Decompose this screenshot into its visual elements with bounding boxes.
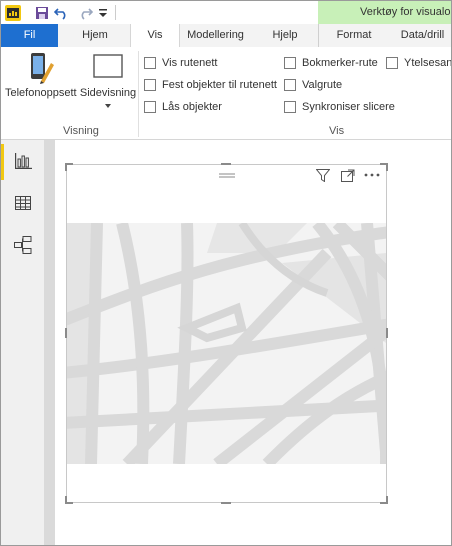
checkbox-synkroniser-slicere[interactable]: Synkroniser slicere xyxy=(284,100,395,114)
tab-fil[interactable]: Fil xyxy=(1,24,58,47)
resize-handle-edge[interactable] xyxy=(65,328,67,338)
page-view-label: Sidevisning xyxy=(79,87,137,99)
map-visual[interactable] xyxy=(65,163,388,504)
checkbox-label: Bokmerker-rute xyxy=(302,57,378,69)
resize-handle-edge[interactable] xyxy=(221,163,231,165)
more-options-icon[interactable] xyxy=(364,168,380,182)
redo-icon[interactable] xyxy=(77,5,93,21)
chevron-down-icon xyxy=(79,99,137,108)
title-separator xyxy=(115,5,116,20)
resize-handle-corner[interactable] xyxy=(65,496,67,504)
page-view-button[interactable]: Sidevisning xyxy=(79,51,137,108)
ribbon-panel: Telefonoppsett Sidevisning Visning Vis r… xyxy=(1,47,452,140)
tab-hjelp[interactable]: Hjelp xyxy=(263,24,307,47)
checkbox-label: Synkroniser slicere xyxy=(302,101,395,113)
checkbox-box[interactable] xyxy=(386,57,398,69)
tab-hjem[interactable]: Hjem xyxy=(67,24,123,47)
rail-divider xyxy=(44,140,55,545)
phone-layout-button[interactable]: Telefonoppsett xyxy=(5,51,77,99)
checkbox-box[interactable] xyxy=(144,79,156,91)
phone-layout-icon xyxy=(5,51,75,87)
checkbox-bokmerker-rute[interactable]: Bokmerker-rute xyxy=(284,56,378,70)
checkbox-label: Fest objekter til rutenett xyxy=(162,79,277,91)
group-label-vis: Vis xyxy=(329,125,345,137)
map-placeholder-image xyxy=(67,223,386,464)
checkbox-vis-rutenett[interactable]: Vis rutenett xyxy=(144,56,217,70)
resize-handle-edge[interactable] xyxy=(386,328,388,338)
bar-chart-icon xyxy=(14,152,32,172)
tab-modellering[interactable]: Modellering xyxy=(182,24,249,47)
data-view-button[interactable] xyxy=(1,184,44,224)
resize-handle-corner[interactable] xyxy=(386,496,388,504)
model-view-button[interactable] xyxy=(1,226,44,266)
app-icon xyxy=(5,5,21,21)
group-label-visning: Visning xyxy=(63,125,99,137)
model-icon xyxy=(13,235,32,257)
context-group-header: Verktøy for visualob xyxy=(318,1,451,24)
checkbox-label: Lås objekter xyxy=(162,101,222,113)
checkbox-box[interactable] xyxy=(284,79,296,91)
resize-handle-corner[interactable] xyxy=(386,163,388,171)
tab-separator xyxy=(318,24,319,47)
checkbox-valgrute[interactable]: Valgrute xyxy=(284,78,342,92)
report-canvas[interactable] xyxy=(55,140,451,545)
phone-layout-label: Telefonoppsett xyxy=(5,87,77,99)
ribbon-tabs: Fil Hjem Vis Modellering Hjelp Format Da… xyxy=(1,24,451,48)
save-icon[interactable] xyxy=(34,5,50,21)
page-view-icon xyxy=(79,51,137,87)
filter-icon[interactable] xyxy=(315,168,331,182)
checkbox-fest-objekter[interactable]: Fest objekter til rutenett xyxy=(144,78,277,92)
checkbox-box[interactable] xyxy=(284,57,296,69)
checkbox-las-objekter[interactable]: Lås objekter xyxy=(144,100,222,114)
checkbox-label: Valgrute xyxy=(302,79,343,91)
report-view-button[interactable] xyxy=(1,142,44,182)
app-window: Verktøy for visualob Fil Hjem Vis Modell… xyxy=(0,0,452,546)
checkbox-ytelsesanalyse[interactable]: Ytelsesana xyxy=(386,56,452,70)
street-map-graphic xyxy=(67,223,386,464)
tab-vis[interactable]: Vis xyxy=(130,24,180,48)
checkbox-box[interactable] xyxy=(144,57,156,69)
checkbox-label: Vis rutenett xyxy=(162,57,218,69)
resize-handle-edge[interactable] xyxy=(221,502,231,504)
undo-icon[interactable] xyxy=(54,5,70,21)
resize-handle-corner[interactable] xyxy=(65,163,67,171)
view-rail xyxy=(1,140,44,545)
customize-quick-access-icon[interactable] xyxy=(97,5,109,21)
table-icon xyxy=(14,195,31,213)
checkbox-box[interactable] xyxy=(284,101,296,113)
visual-header xyxy=(67,165,386,185)
tab-data-drill[interactable]: Data/drill xyxy=(392,24,451,47)
tab-format[interactable]: Format xyxy=(326,24,382,47)
title-bar: Verktøy for visualob xyxy=(1,1,451,25)
group-separator xyxy=(138,51,139,137)
checkbox-box[interactable] xyxy=(144,101,156,113)
drag-grip-icon[interactable] xyxy=(219,169,235,181)
checkbox-label: Ytelsesana xyxy=(404,57,452,69)
focus-mode-icon[interactable] xyxy=(340,168,356,182)
